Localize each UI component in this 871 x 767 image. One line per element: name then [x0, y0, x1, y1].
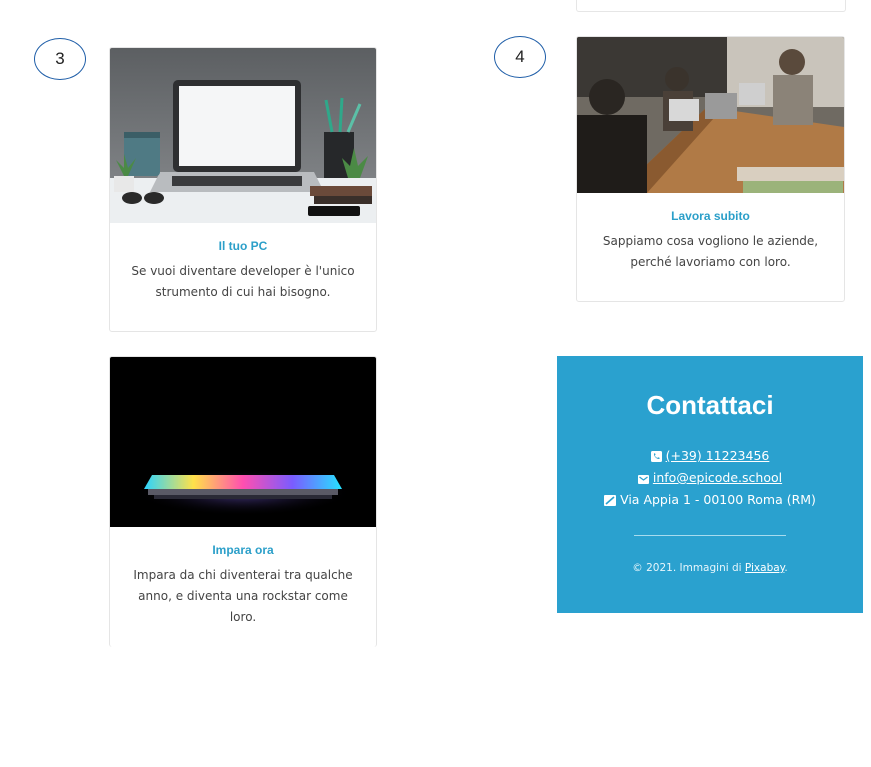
card-title: Lavora subito — [671, 209, 750, 223]
copyright-text: © 2021. Immagini di — [632, 562, 745, 574]
contact-email-row: info@epicode.school — [557, 467, 863, 489]
step-number: 4 — [515, 47, 525, 66]
divider — [634, 535, 786, 536]
card-text-line: strumento di cui hai bisogno. — [155, 285, 331, 299]
card-text: Sappiamo cosa vogliono le aziende, perch… — [591, 231, 830, 273]
card-text-line: Sappiamo cosa vogliono le aziende, — [602, 234, 819, 248]
email-link[interactable]: info@epicode.school — [653, 470, 782, 485]
envelope-icon — [637, 475, 649, 484]
contact-address-row: Via Appia 1 - 00100 Roma (RM) — [557, 489, 863, 511]
step-badge-4: 4 — [494, 36, 546, 78]
card-your-pc: Il tuo PC Se vuoi diventare developer è … — [109, 47, 377, 332]
pixabay-link[interactable]: Pixabay — [745, 562, 784, 574]
address-text: Via Appia 1 - 00100 Roma (RM) — [620, 492, 816, 507]
card-text-line: Se vuoi diventare developer è l'unico — [131, 264, 355, 278]
card-title: Impara ora — [212, 543, 274, 557]
card-body: Impara ora Impara da chi diventerai tra … — [110, 543, 376, 628]
card-text-line: Impara da chi diventerai tra qualche — [133, 568, 353, 582]
card-text: Impara da chi diventerai tra qualche ann… — [124, 565, 362, 628]
phone-icon — [650, 451, 662, 462]
contact-section: Contattaci (+39) 11223456 info@epicode.s… — [557, 356, 863, 613]
step-badge-3: 3 — [34, 38, 86, 80]
map-icon — [604, 495, 617, 506]
laptop-desk-image — [110, 48, 376, 223]
previous-card-bottom — [576, 0, 846, 12]
copyright-suffix: . — [784, 562, 788, 574]
card-text: Se vuoi diventare developer è l'unico st… — [124, 261, 362, 303]
card-body: Il tuo PC Se vuoi diventare developer è … — [110, 239, 376, 303]
card-title: Il tuo PC — [218, 239, 268, 253]
team-meeting-image — [577, 37, 844, 193]
copyright: © 2021. Immagini di Pixabay. — [557, 562, 863, 574]
contact-phone-row: (+39) 11223456 — [557, 445, 863, 467]
card-text-line: anno, e diventa una rockstar come loro. — [138, 589, 348, 624]
card-body: Lavora subito Sappiamo cosa vogliono le … — [577, 209, 844, 273]
card-work-now: Lavora subito Sappiamo cosa vogliono le … — [576, 36, 845, 302]
contact-title: Contattaci — [646, 390, 774, 420]
card-learn-now: Impara ora Impara da chi diventerai tra … — [109, 356, 377, 647]
glowing-laptop-image — [110, 357, 376, 527]
step-number: 3 — [55, 49, 65, 68]
card-text-line: perché lavoriamo con loro. — [630, 255, 791, 269]
phone-link[interactable]: (+39) 11223456 — [666, 448, 770, 463]
